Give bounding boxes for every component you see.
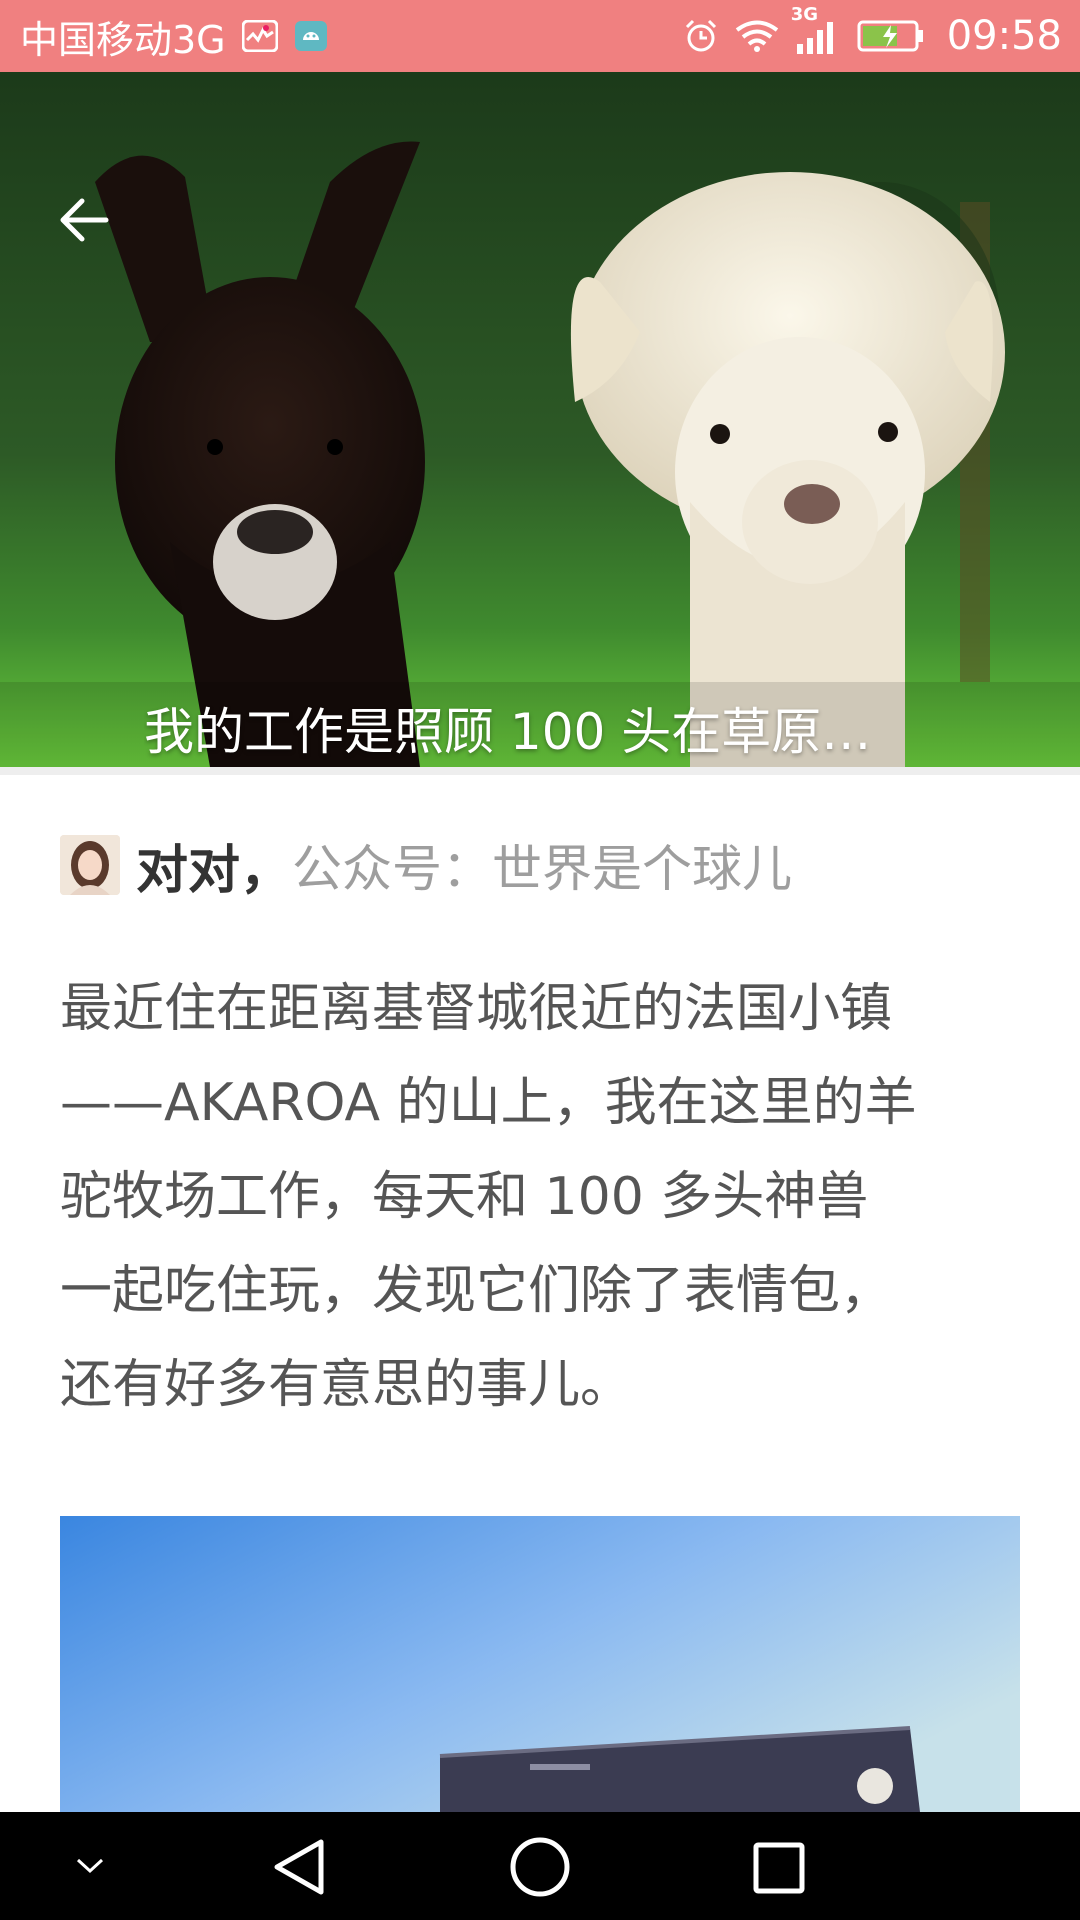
status-bar: 中国移动3G 3G 09:58 [0, 0, 1080, 72]
article-line: 驼牧场工作，每天和 100 多头神兽 [60, 1167, 869, 1227]
signal-icon: 3G [791, 4, 841, 54]
navigation-bar [0, 1812, 1080, 1920]
article-line: ——AKAROA 的山上，我在这里的羊 [60, 1073, 917, 1133]
sky-building-photo [60, 1516, 1020, 1812]
hide-nav-button[interactable] [60, 1846, 120, 1886]
author-row[interactable]: 对对， 公众号：世界是个球儿 [60, 834, 792, 901]
alarm-icon [683, 18, 719, 54]
article-image[interactable] [60, 1516, 1020, 1812]
arrow-left-icon [60, 198, 109, 242]
android-icon [294, 20, 328, 52]
clock: 09:58 [946, 13, 1062, 59]
hero-title: 我的工作是照顾 100 头在草原… [144, 703, 872, 761]
back-button[interactable] [54, 190, 114, 250]
network-type-label: 3G [790, 4, 819, 25]
home-nav-button[interactable] [504, 1834, 576, 1900]
divider [0, 767, 1080, 775]
article-line: 最近住在距离基督城很近的法国小镇 [60, 979, 893, 1039]
battery-charging-icon [857, 19, 925, 53]
recents-nav-button[interactable] [746, 1838, 812, 1898]
back-nav-button[interactable] [264, 1836, 334, 1898]
carrier-label: 中国移动3G [20, 17, 226, 62]
chevron-down-icon [76, 1858, 104, 1874]
article-body: 最近住在距离基督城很近的法国小镇 ——AKAROA 的山上，我在这里的羊 驼牧场… [60, 962, 1028, 1432]
article-line: 一起吃住玩，发现它们除了表情包， [60, 1261, 893, 1321]
article-line: 还有好多有意思的事儿。 [60, 1355, 633, 1415]
back-triangle-icon [274, 1839, 324, 1895]
status-bar-left: 中国移动3G [20, 9, 328, 64]
author-name[interactable]: 对对， [136, 828, 292, 903]
status-bar-right: 3G 09:58 [683, 4, 1062, 59]
health-app-icon [241, 20, 278, 52]
home-circle-icon [510, 1837, 570, 1897]
hero-image[interactable]: 我的工作是照顾 100 头在草原… [0, 72, 1080, 767]
alpaca-photo [0, 72, 1080, 767]
avatar[interactable] [60, 835, 120, 895]
wifi-icon [735, 19, 779, 53]
author-source: 公众号：世界是个球儿 [292, 840, 793, 898]
recents-square-icon [753, 1842, 805, 1894]
